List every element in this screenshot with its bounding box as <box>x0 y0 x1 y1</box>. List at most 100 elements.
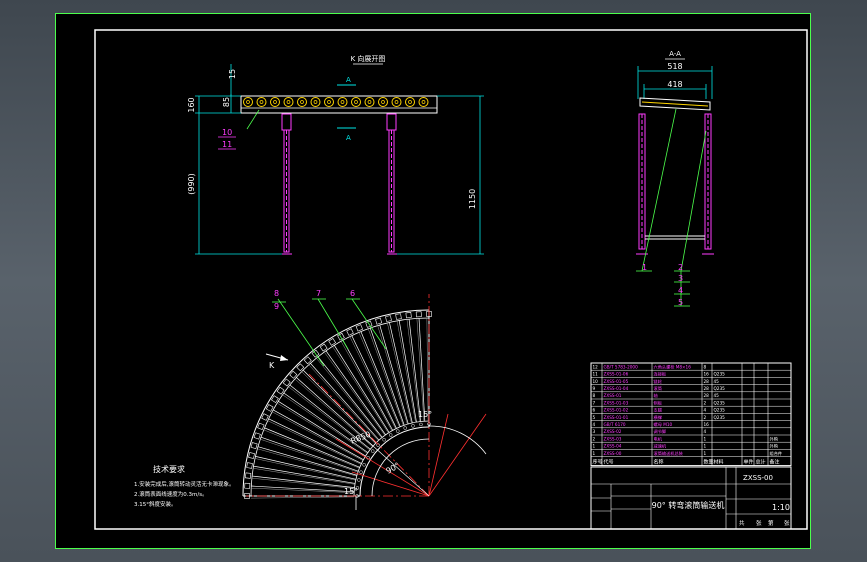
drawing-title: 90° 转弯滚筒输送机 <box>652 500 725 510</box>
sheet-index-unit: 张 <box>784 519 790 527</box>
drawing-frame <box>94 29 808 530</box>
bom-cell: 六角头螺栓 M8×16 <box>654 363 692 370</box>
bom-cell: 连接板 <box>654 371 667 378</box>
roller-hub <box>273 100 277 104</box>
bom-cell: Q235 <box>714 372 726 377</box>
bom-cell: 16 <box>704 372 710 377</box>
bom-cell: 45 <box>714 379 720 384</box>
bom-cell: 28 <box>704 386 710 391</box>
callout-5: 5 <box>678 298 683 307</box>
bom-cell: ZXSS-02 <box>604 429 622 434</box>
roller-circle <box>364 97 375 107</box>
angle-15-left: 15° <box>344 487 358 496</box>
bom-cell: 9 <box>593 386 596 391</box>
roller-circle <box>378 97 388 107</box>
bom-cell: 12 <box>593 364 599 369</box>
callout-10: 10 <box>222 128 232 137</box>
callout-7: 7 <box>316 289 321 298</box>
angle-arc-15-right <box>428 425 487 455</box>
bom-cell: 2 <box>704 415 707 420</box>
bom-cell: ZXSS-00 <box>604 451 622 456</box>
bom-cell: ZXSS-01-04 <box>604 386 629 391</box>
roller-circle <box>310 97 321 107</box>
drawing-scale: 1:10 <box>772 503 790 512</box>
view-k-arrowhead <box>280 355 288 361</box>
roller-row <box>243 97 429 107</box>
bom-header-cell: 总计 <box>756 459 766 466</box>
curve-bracket <box>261 413 269 421</box>
bom-header-cell: 单件 <box>744 459 754 466</box>
bom-cell: 1 <box>593 444 596 449</box>
curve-inner-bolt <box>359 470 363 474</box>
curve-bracket <box>282 378 291 387</box>
callout-3: 3 <box>678 274 683 283</box>
cad-viewport[interactable]: K 向展开图 A A 15 160 85 (990) 1150 10 11 A-… <box>0 0 867 562</box>
curve-roller-edge <box>260 438 358 473</box>
curve-bracket <box>328 338 337 346</box>
bom-cell: 1 <box>704 444 707 449</box>
bom-cell: Q235 <box>714 415 726 420</box>
bom-cell: 6 <box>593 408 596 413</box>
curve-roller-edge <box>251 496 355 499</box>
callout-11: 11 <box>222 140 232 149</box>
curve-bracket <box>355 324 364 332</box>
bom-table: 12 GB/T 5783-2000 六角头螺栓 M8×16 811 ZXSS-01-06… <box>590 362 792 467</box>
radius-line <box>363 437 430 497</box>
tech-requirements: 技术要求 1.安装完成后,滚筒转动灵活无卡滞现象。 2.滚筒表面线速度为0.3m… <box>134 464 235 508</box>
dim-160: 160 <box>187 97 196 112</box>
bom-header-cell: 代号 <box>604 459 614 466</box>
curve-bracket <box>265 404 274 412</box>
roller-circle <box>405 97 415 107</box>
curve-roller-edge <box>267 420 362 465</box>
roller-hub <box>408 100 412 104</box>
curve-bracket <box>289 370 298 379</box>
curve-inner-bolt <box>382 437 386 442</box>
curve-bracket <box>248 452 255 459</box>
bom-cell: Q235 <box>714 408 726 413</box>
curve-roller <box>418 318 426 422</box>
bom-header-cell: 数量 <box>704 459 714 466</box>
bom-cell: Q235 <box>714 386 726 391</box>
side-view-title: A-A <box>669 50 681 58</box>
side-legs <box>636 113 714 255</box>
bom-cell: GB/T 5783-2000 <box>604 364 639 369</box>
curve-bracket <box>385 315 392 322</box>
curve-roller-edge <box>367 328 404 426</box>
bom-cell: ZXSS-01-05 <box>604 379 629 384</box>
bom-cell: 外购 <box>770 435 778 442</box>
bom-cell: 10 <box>593 379 599 384</box>
curve-bracket <box>415 311 422 318</box>
callout-9: 9 <box>274 302 279 311</box>
roller-hub <box>394 100 399 104</box>
curve-bracket <box>395 313 402 320</box>
bom-cell: 横撑 <box>654 414 663 421</box>
curve-roller <box>379 324 409 425</box>
tech-item-3: 3.15°斜度安装。 <box>134 500 177 508</box>
curve-bracket <box>346 328 354 336</box>
curve-roller-edge <box>426 318 429 422</box>
roller-hub <box>246 100 250 104</box>
roller-circle <box>243 97 253 107</box>
bom-cell: 滚筒输送机总装 <box>654 450 684 457</box>
roller-circle <box>337 97 348 107</box>
callout-1: 1 <box>642 263 647 272</box>
bom-cell: 16 <box>704 422 710 427</box>
curve-bracket <box>405 312 412 319</box>
side-view: A-A 518 418 1 2 3 4 5 <box>636 50 714 307</box>
bom-cell: 4 <box>704 429 707 434</box>
roller-circle <box>324 97 334 107</box>
bom-cell: 组合件 <box>770 450 783 457</box>
callout-2: 2 <box>678 263 683 272</box>
curve-bracket <box>245 472 252 479</box>
bom-cell: Q235 <box>714 400 726 405</box>
bom-cell: 5 <box>593 415 596 420</box>
roller-circle <box>256 97 267 107</box>
curve-bracket <box>375 317 383 325</box>
dim-518: 518 <box>667 62 682 71</box>
bom-cell: 螺母 M10 <box>654 421 673 428</box>
bom-cell: 28 <box>704 393 710 398</box>
curve-roller-edge <box>396 320 416 423</box>
bom-cell: 4 <box>704 408 707 413</box>
curve-roller <box>253 465 356 484</box>
bom-cell: ZXSS-01-03 <box>604 400 629 405</box>
